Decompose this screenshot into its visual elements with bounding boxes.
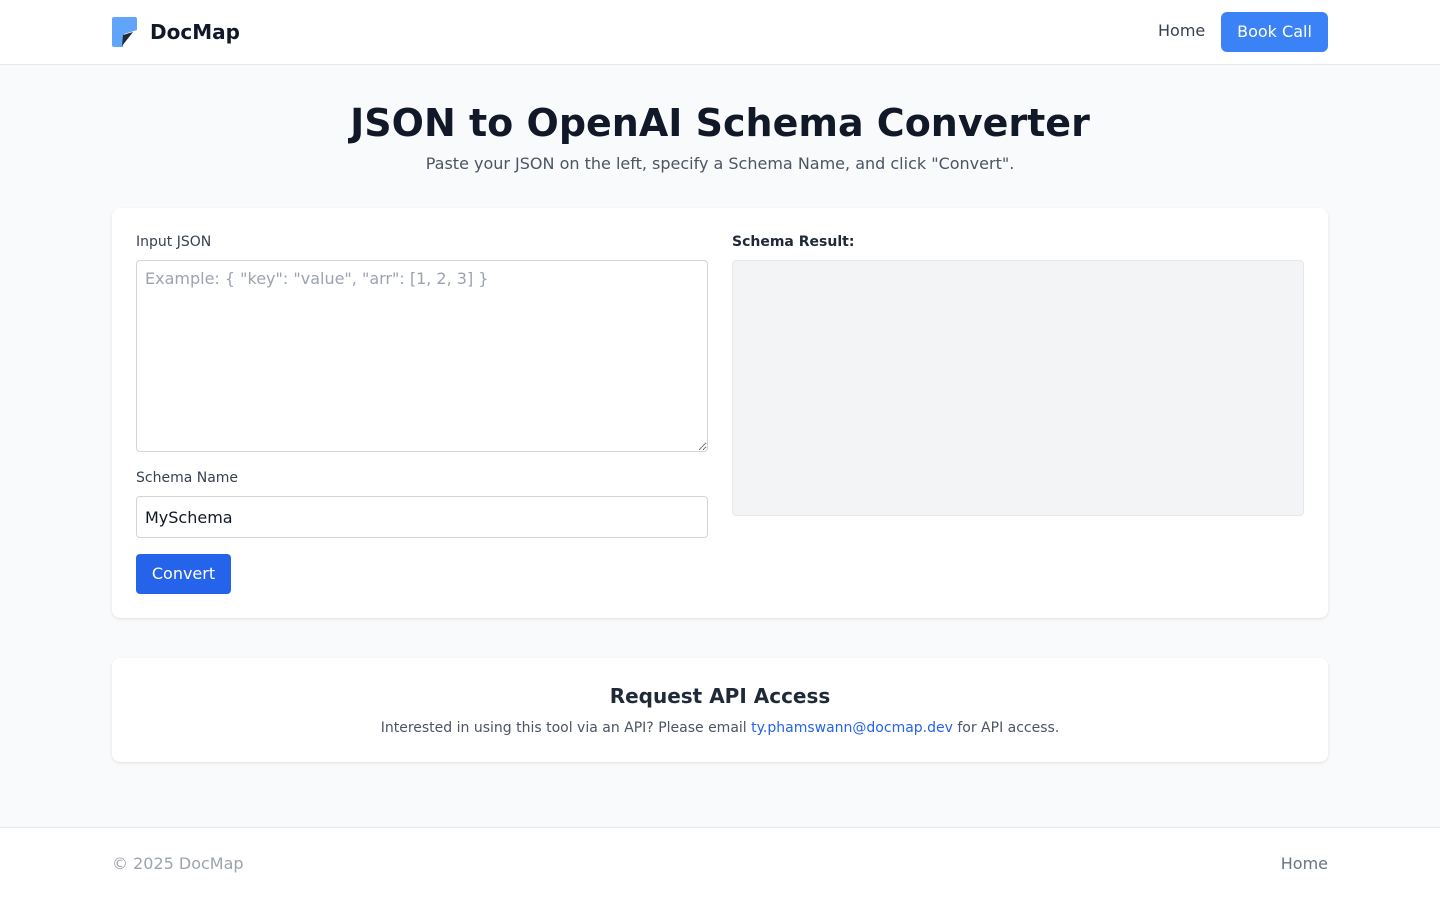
footer-home-link[interactable]: Home: [1281, 854, 1328, 874]
converter-card: Input JSON Schema Name Convert Schema Re…: [112, 208, 1328, 618]
footer: © 2025 DocMap Home: [0, 827, 1440, 900]
api-access-text-before: Interested in using this tool via an API…: [380, 720, 752, 736]
page-subtitle: Paste your JSON on the left, specify a S…: [425, 154, 1015, 173]
page-title: JSON to OpenAI Schema Converter: [350, 101, 1090, 145]
brand-link[interactable]: DocMap: [112, 17, 240, 47]
api-access-text-after: for API access.: [952, 720, 1060, 736]
schema-result-output[interactable]: [732, 260, 1304, 516]
schema-name-label: Schema Name: [136, 470, 239, 486]
input-json-textarea[interactable]: [136, 260, 708, 452]
docmap-logo-icon: [112, 17, 137, 47]
schema-name-input[interactable]: [136, 496, 708, 538]
convert-button[interactable]: Convert: [136, 554, 231, 594]
top-navigation-bar: DocMap Home Book Call: [0, 0, 1440, 65]
api-email-link[interactable]: ty.phamswann@docmap.dev: [751, 720, 953, 736]
footer-copyright: © 2025 DocMap: [112, 854, 244, 873]
book-call-button[interactable]: Book Call: [1221, 12, 1328, 52]
brand-name: DocMap: [150, 20, 240, 44]
nav-home-link[interactable]: Home: [1158, 20, 1205, 42]
api-access-text: Interested in using this tool via an API…: [112, 719, 1328, 737]
api-access-title: Request API Access: [609, 684, 831, 708]
schema-result-label: Schema Result:: [732, 234, 855, 250]
input-json-label: Input JSON: [136, 234, 212, 250]
api-access-card: Request API Access Interested in using t…: [112, 658, 1328, 762]
